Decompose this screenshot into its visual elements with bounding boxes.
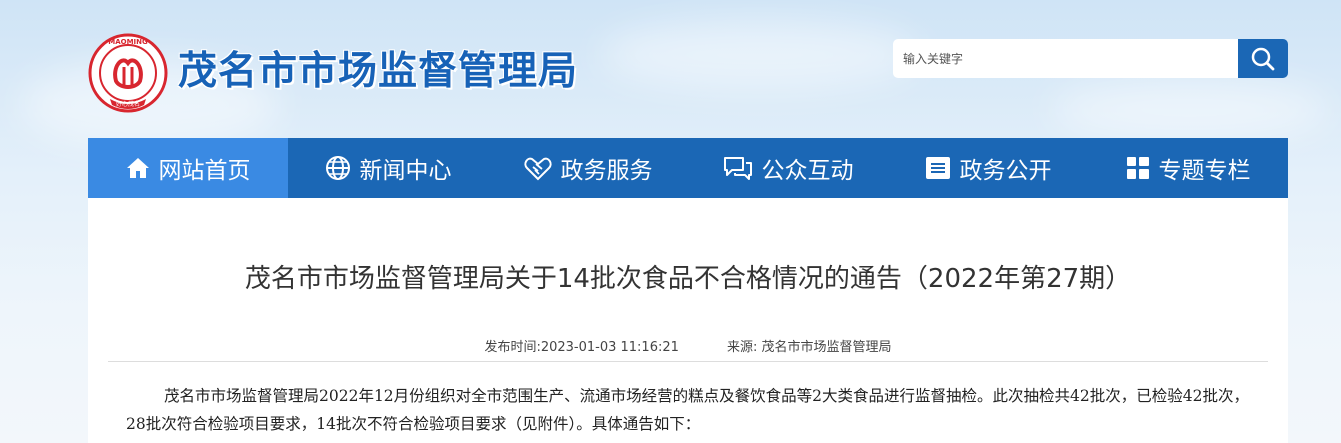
nav-item-services[interactable]: 政务服务 xyxy=(488,138,688,198)
nav-item-disclosure[interactable]: 政务公开 xyxy=(888,138,1088,198)
article-title: 茂名市市场监督管理局关于14批次食品不合格情况的通告（2022年第27期） xyxy=(244,264,1132,294)
search-button[interactable] xyxy=(1238,39,1288,78)
divider xyxy=(108,361,1268,362)
publish-time: 发布时间:2023-01-03 11:16:21 xyxy=(484,340,679,355)
globe-icon xyxy=(325,155,351,181)
chat-icon xyxy=(723,155,753,181)
nav-label: 网站首页 xyxy=(158,158,251,184)
logo-emblem-icon: MAOMING 好心茂名 xyxy=(88,33,168,113)
site-title[interactable]: 茂名市市场监督管理局 xyxy=(178,40,578,96)
home-icon xyxy=(126,157,150,179)
nav-label: 政务服务 xyxy=(560,158,653,184)
main-nav: 网站首页 新闻中心 政务服务 公众互动 政务公开 专题专栏 xyxy=(88,138,1288,198)
nav-label: 政务公开 xyxy=(959,158,1052,184)
site-logo[interactable]: MAOMING 好心茂名 xyxy=(88,33,168,113)
list-icon xyxy=(925,156,951,180)
search-box xyxy=(893,39,1288,78)
nav-item-topics[interactable]: 专题专栏 xyxy=(1088,138,1288,198)
nav-label: 新闻中心 xyxy=(359,158,452,184)
search-icon xyxy=(1251,47,1275,70)
nav-item-interaction[interactable]: 公众互动 xyxy=(688,138,888,198)
article-meta: 发布时间:2023-01-03 11:16:21 来源: 茂名市市场监督管理局 xyxy=(88,336,1288,355)
nav-item-home[interactable]: 网站首页 xyxy=(88,138,288,198)
nav-label: 公众互动 xyxy=(761,158,854,184)
nav-item-news[interactable]: 新闻中心 xyxy=(288,138,488,198)
handshake-icon xyxy=(523,155,552,181)
logo-bottom-text: 好心茂名 xyxy=(116,100,140,108)
article-source: 来源: 茂名市市场监督管理局 xyxy=(727,340,892,355)
article-container: 茂名市市场监督管理局关于14批次食品不合格情况的通告（2022年第27期） 发布… xyxy=(88,198,1288,443)
logo-ring-text: MAOMING xyxy=(108,38,148,46)
nav-label: 专题专栏 xyxy=(1158,158,1251,184)
site-header: MAOMING 好心茂名 茂名市市场监督管理局 xyxy=(0,0,1341,138)
grid-icon xyxy=(1126,156,1150,180)
article-body: 茂名市市场监督管理局2022年12月份组织对全市范围生产、流通市场经营的糕点及餐… xyxy=(126,387,1249,433)
search-input[interactable] xyxy=(893,39,1238,78)
